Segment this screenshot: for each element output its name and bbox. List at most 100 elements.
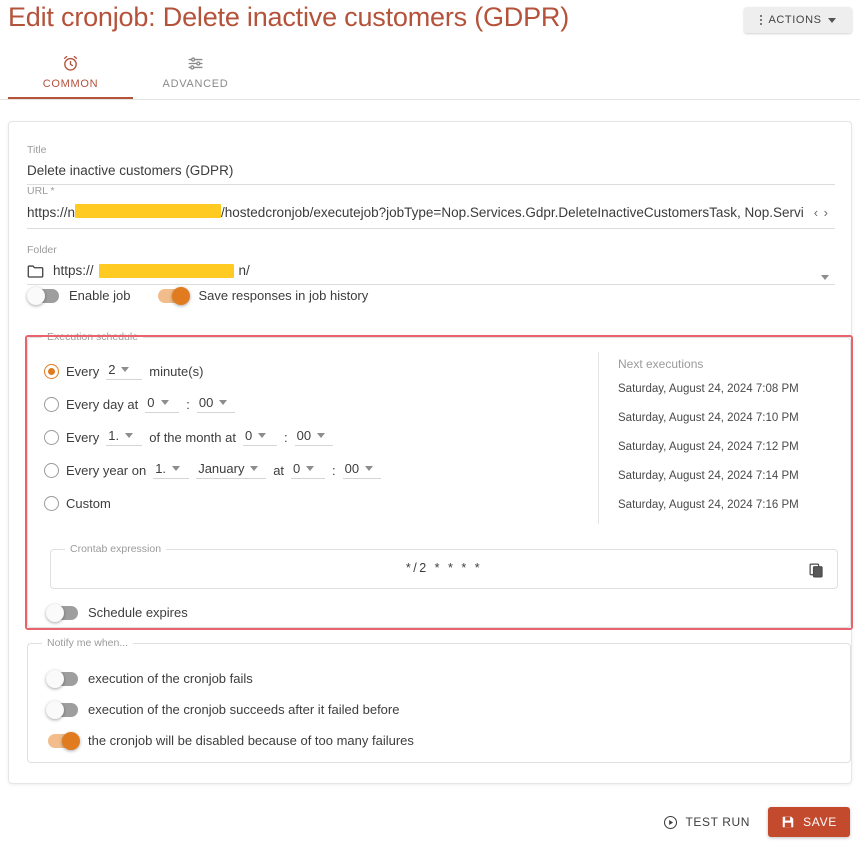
alarm-clock-icon (61, 53, 80, 73)
radio-every-month[interactable] (44, 429, 59, 445)
folder-dropdown-icon[interactable] (821, 275, 829, 280)
schedule-options-list: Every 2 minute(s) Every day at 0 : 00 Ev… (44, 360, 381, 514)
url-suffix: /hostedcronjob/executejob?jobType=Nop.Se… (221, 205, 804, 220)
next-execution-item: Saturday, August 24, 2024 7:12 PM (618, 441, 799, 453)
schedule-text: Every day at (66, 396, 139, 412)
monthly-hour-select[interactable]: 0 (242, 428, 277, 446)
chevron-down-icon (250, 466, 259, 471)
tab-common-label: COMMON (42, 78, 99, 90)
crontab-expression-value[interactable]: */2 * * * * (51, 561, 837, 575)
monthly-day-select[interactable]: 1. (106, 428, 143, 446)
enable-job-label: Enable job (69, 288, 131, 303)
notify-options-list: execution of the cronjob fails execution… (46, 669, 414, 750)
notify-on-recovery-label: execution of the cronjob succeeds after … (88, 702, 400, 717)
yearly-month-select[interactable]: January (196, 461, 267, 479)
enable-job-toggle-row[interactable]: Enable job (27, 286, 131, 305)
schedule-text: minute(s) (149, 363, 204, 379)
execution-schedule-legend: Execution schedule (42, 331, 144, 343)
schedule-expires-label: Schedule expires (88, 605, 188, 620)
monthly-minute-select[interactable]: 00 (294, 428, 333, 446)
next-execution-item: Saturday, August 24, 2024 7:16 PM (618, 499, 799, 511)
time-separator: : (332, 462, 336, 478)
next-execution-item: Saturday, August 24, 2024 7:10 PM (618, 412, 799, 424)
schedule-text: of the month at (149, 429, 236, 445)
cronjob-form-card: Title Delete inactive customers (GDPR) U… (8, 121, 853, 784)
save-responses-label: Save responses in job history (198, 288, 369, 303)
notify-on-recovery-row[interactable]: execution of the cronjob succeeds after … (46, 700, 414, 719)
title-field[interactable]: Title Delete inactive customers (GDPR) (27, 144, 835, 185)
notify-fieldset: Notify me when... execution of the cronj… (27, 637, 851, 763)
actions-button-label: ACTIONS (768, 14, 822, 26)
job-toggles-row: Enable job Save responses in job history (27, 286, 369, 305)
schedule-text: Every year on (66, 462, 147, 478)
notify-on-failure-toggle[interactable] (46, 669, 78, 688)
folder-prefix: https:// (53, 263, 94, 278)
notify-on-failure-row[interactable]: execution of the cronjob fails (46, 669, 414, 688)
tab-bar: COMMON ADVANCED (0, 44, 860, 100)
notify-on-recovery-toggle[interactable] (46, 700, 78, 719)
folder-suffix: n/ (238, 263, 250, 278)
chevron-down-icon (172, 466, 181, 471)
save-button-label: SAVE (803, 815, 837, 829)
url-prefix: https://n (27, 205, 76, 220)
cronjob-edit-page: Edit cronjob: Delete inactive customers … (0, 0, 860, 844)
tab-advanced-label: ADVANCED (162, 78, 229, 90)
daily-minute-select[interactable]: 00 (196, 395, 235, 413)
notify-on-disable-label: the cronjob will be disabled because of … (88, 733, 414, 748)
chevron-down-icon (306, 466, 315, 471)
notify-on-failure-label: execution of the cronjob fails (88, 671, 253, 686)
schedule-expires-toggle-row[interactable]: Schedule expires (46, 603, 188, 622)
folder-redacted-segment (98, 263, 234, 278)
test-run-button[interactable]: TEST RUN (663, 815, 750, 830)
yearly-hour-select[interactable]: 0 (291, 461, 326, 479)
notify-on-disable-toggle[interactable] (48, 731, 80, 750)
test-run-label: TEST RUN (685, 815, 751, 829)
save-button[interactable]: SAVE (768, 807, 850, 837)
url-expand-icon[interactable]: ‹ › (814, 205, 829, 220)
next-executions-panel: Next executions Saturday, August 24, 202… (618, 357, 848, 528)
schedule-text: at (273, 462, 285, 478)
schedule-divider (598, 352, 599, 524)
schedule-text: Custom (66, 495, 111, 511)
folder-field-label: Folder (27, 244, 57, 256)
chevron-down-icon (827, 17, 836, 23)
folder-icon (27, 264, 44, 278)
schedule-option-every-day[interactable]: Every day at 0 : 00 (44, 393, 381, 415)
chevron-down-icon (121, 367, 130, 372)
schedule-option-every-minutes[interactable]: Every 2 minute(s) (44, 360, 381, 382)
radio-every-minutes[interactable] (44, 363, 59, 379)
yearly-day-select[interactable]: 1. (153, 461, 190, 479)
crontab-expression-legend: Crontab expression (65, 543, 167, 555)
title-field-value[interactable]: Delete inactive customers (GDPR) (27, 163, 835, 185)
schedule-text: Every (66, 363, 100, 379)
chevron-down-icon (160, 400, 169, 405)
minutes-interval-select[interactable]: 2 (106, 362, 143, 380)
radio-every-day[interactable] (44, 396, 59, 412)
floppy-disk-icon (781, 815, 795, 829)
tab-common[interactable]: COMMON (8, 44, 133, 99)
save-responses-toggle[interactable] (158, 286, 191, 305)
next-execution-item: Saturday, August 24, 2024 7:14 PM (618, 470, 799, 482)
copy-icon[interactable] (805, 559, 827, 581)
enable-job-toggle[interactable] (27, 286, 59, 305)
actions-button[interactable]: ACTIONS (744, 7, 852, 33)
tab-advanced[interactable]: ADVANCED (133, 44, 258, 99)
crontab-expression-field[interactable]: Crontab expression */2 * * * * (50, 543, 838, 589)
folder-field[interactable]: Folder https:// n/ (27, 244, 835, 285)
chevron-down-icon (365, 466, 374, 471)
kebab-menu-icon (760, 15, 763, 25)
schedule-option-custom[interactable]: Custom (44, 492, 381, 514)
radio-custom[interactable] (44, 495, 59, 511)
time-separator: : (186, 396, 190, 412)
yearly-minute-select[interactable]: 00 (342, 461, 381, 479)
radio-every-year[interactable] (44, 462, 59, 478)
url-field[interactable]: URL * https://n /hostedcronjob/executejo… (27, 185, 835, 229)
schedule-option-every-month[interactable]: Every 1. of the month at 0 : 00 (44, 426, 381, 448)
daily-hour-select[interactable]: 0 (145, 395, 180, 413)
notify-on-disable-row[interactable]: the cronjob will be disabled because of … (48, 731, 414, 750)
schedule-option-every-year[interactable]: Every year on 1. January at 0 : 00 (44, 459, 381, 481)
save-responses-toggle-row[interactable]: Save responses in job history (158, 286, 369, 305)
schedule-expires-toggle[interactable] (46, 603, 78, 622)
execution-schedule-fieldset: Execution schedule Every 2 minute(s) Eve… (27, 331, 851, 628)
play-circle-icon (663, 815, 678, 830)
